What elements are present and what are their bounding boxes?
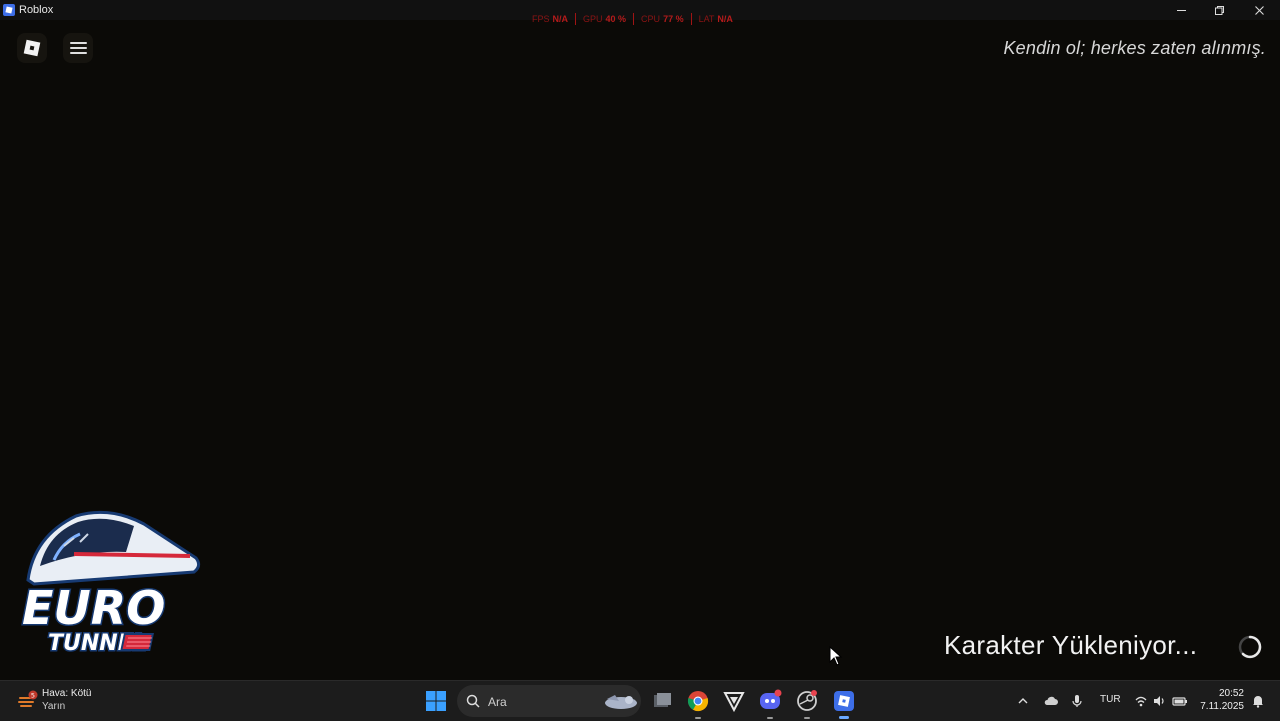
roblox-icon xyxy=(834,691,854,711)
weather-day: Yarın xyxy=(42,701,66,712)
weather-status: Hava: Kötü xyxy=(42,688,92,699)
search-highlight-icon xyxy=(605,695,637,709)
vivaldi-icon xyxy=(723,692,745,713)
search-placeholder: Ara xyxy=(488,695,507,709)
chevron-up-icon[interactable] xyxy=(1017,694,1029,708)
restore-icon xyxy=(1214,5,1224,15)
discord-app[interactable] xyxy=(758,689,782,719)
microphone-icon[interactable] xyxy=(1071,694,1083,708)
minimize-button[interactable] xyxy=(1162,0,1200,20)
task-view-icon xyxy=(654,693,671,707)
weather-widget[interactable]: 5 Hava: Kötü Yarın xyxy=(18,687,138,715)
weather-icon: 5 xyxy=(18,690,38,707)
loading-spinner-icon xyxy=(1238,635,1262,659)
loading-tagline: Kendin ol; herkes zaten alınmış. xyxy=(1003,38,1266,58)
roblox-app-icon xyxy=(3,4,15,16)
notification-icon[interactable] xyxy=(1251,694,1265,708)
battery-icon[interactable] xyxy=(1172,694,1188,708)
task-view-button[interactable] xyxy=(650,689,674,713)
discord-icon xyxy=(760,689,782,709)
loading-status-text: Karakter Yükleniyor... xyxy=(944,630,1198,660)
cpu-stat: CPU 77 % xyxy=(633,13,691,25)
performance-overlay: FPS N/A GPU 40 % CPU 77 % LAT N/A xyxy=(532,13,740,25)
close-icon xyxy=(1254,5,1264,15)
minimize-icon xyxy=(1176,9,1186,11)
windows-start-icon[interactable] xyxy=(425,690,447,712)
euro-tunnel-logo: EURO TUNNEL xyxy=(21,510,201,658)
roblox-logo-icon xyxy=(23,39,41,57)
latency-stat: LAT N/A xyxy=(690,13,740,25)
roblox-menu-button[interactable] xyxy=(17,33,47,63)
vivaldi-app[interactable] xyxy=(722,689,746,713)
chrome-app[interactable] xyxy=(686,689,710,719)
speaker-icon[interactable] xyxy=(1152,694,1166,708)
wifi-icon[interactable] xyxy=(1134,694,1148,708)
steam-app[interactable] xyxy=(795,689,819,719)
clock-time[interactable]: 20:52 xyxy=(1206,688,1244,699)
hamburger-menu-button[interactable] xyxy=(63,33,93,63)
clock-date[interactable]: 7.11.2025 xyxy=(1196,701,1244,712)
window-title: Roblox xyxy=(19,4,54,16)
steam-icon xyxy=(797,690,817,711)
mouse-cursor-icon xyxy=(829,646,843,666)
restore-button[interactable] xyxy=(1200,0,1238,20)
roblox-app[interactable] xyxy=(832,689,856,719)
windows-taskbar: 5 Hava: Kötü Yarın Ara TUR 20:52 7.11.20… xyxy=(0,680,1280,721)
hamburger-menu-icon xyxy=(70,42,87,44)
search-icon xyxy=(466,694,480,708)
input-language[interactable]: TUR xyxy=(1100,694,1121,705)
gpu-stat: GPU 40 % xyxy=(575,13,633,25)
cloud-icon[interactable] xyxy=(1043,694,1059,708)
taskbar-search[interactable]: Ara xyxy=(457,685,641,717)
svg-text:5: 5 xyxy=(31,692,35,700)
chrome-icon xyxy=(687,691,709,712)
close-button[interactable] xyxy=(1240,0,1278,20)
fps-stat: FPS N/A xyxy=(532,14,569,24)
svg-text:EURO: EURO xyxy=(22,581,165,635)
